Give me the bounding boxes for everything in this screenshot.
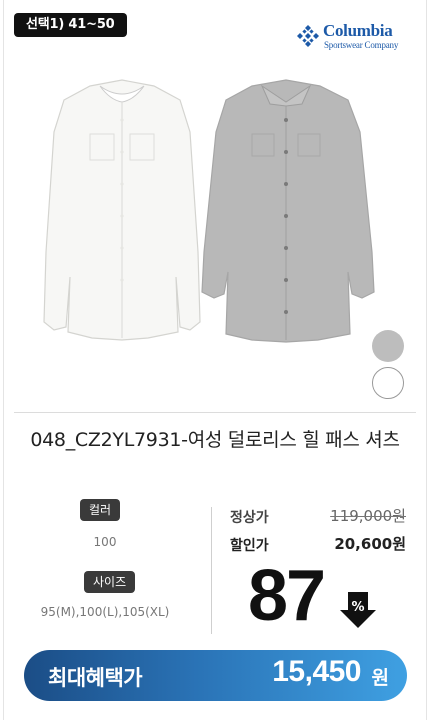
brand-name: Columbia	[323, 21, 393, 40]
size-option-value: 95(M),100(L),105(XL)	[40, 605, 170, 619]
columbia-diamond-icon	[297, 25, 319, 47]
color-option-label: 컬러	[80, 499, 121, 521]
color-option-value: 100	[93, 535, 117, 549]
shirt-image[interactable]	[30, 72, 400, 372]
best-price-label: 최대혜택가	[48, 666, 143, 690]
best-price-unit: 원	[371, 667, 389, 689]
white-shirt	[43, 79, 201, 341]
gray-shirt	[201, 79, 375, 343]
best-price-bar[interactable]: 최대혜택가 15,450 원	[24, 650, 407, 701]
regular-price-label: 정상가	[230, 510, 269, 526]
product-card[interactable]: 선택1) 41~50 Columbia Sportswear Company 0…	[0, 0, 430, 720]
vertical-divider	[211, 507, 212, 634]
selection-badge: 선택1) 41~50	[14, 13, 127, 37]
sale-price-label: 할인가	[230, 538, 269, 554]
sale-price-value: 20,600원	[334, 535, 406, 553]
card-border-right	[426, 0, 427, 720]
card-border-left	[3, 0, 4, 720]
down-arrow-percent-icon: %	[340, 592, 376, 628]
color-swatch-gray[interactable]	[372, 330, 404, 362]
svg-text:%: %	[351, 600, 364, 615]
product-title[interactable]: 048_CZ2YL7931-여성 덜로리스 힐 패스 셔츠	[20, 428, 410, 453]
divider	[14, 412, 416, 413]
size-option-label: 사이즈	[84, 571, 136, 593]
regular-price-value: 119,000원	[330, 507, 406, 525]
color-swatch-white[interactable]	[372, 367, 404, 399]
brand-subtitle: Sportswear Company	[324, 40, 399, 50]
discount-percent: 87	[248, 556, 326, 636]
best-price-value: 15,450	[272, 655, 361, 688]
brand-logo: Columbia Sportswear Company	[296, 21, 408, 54]
